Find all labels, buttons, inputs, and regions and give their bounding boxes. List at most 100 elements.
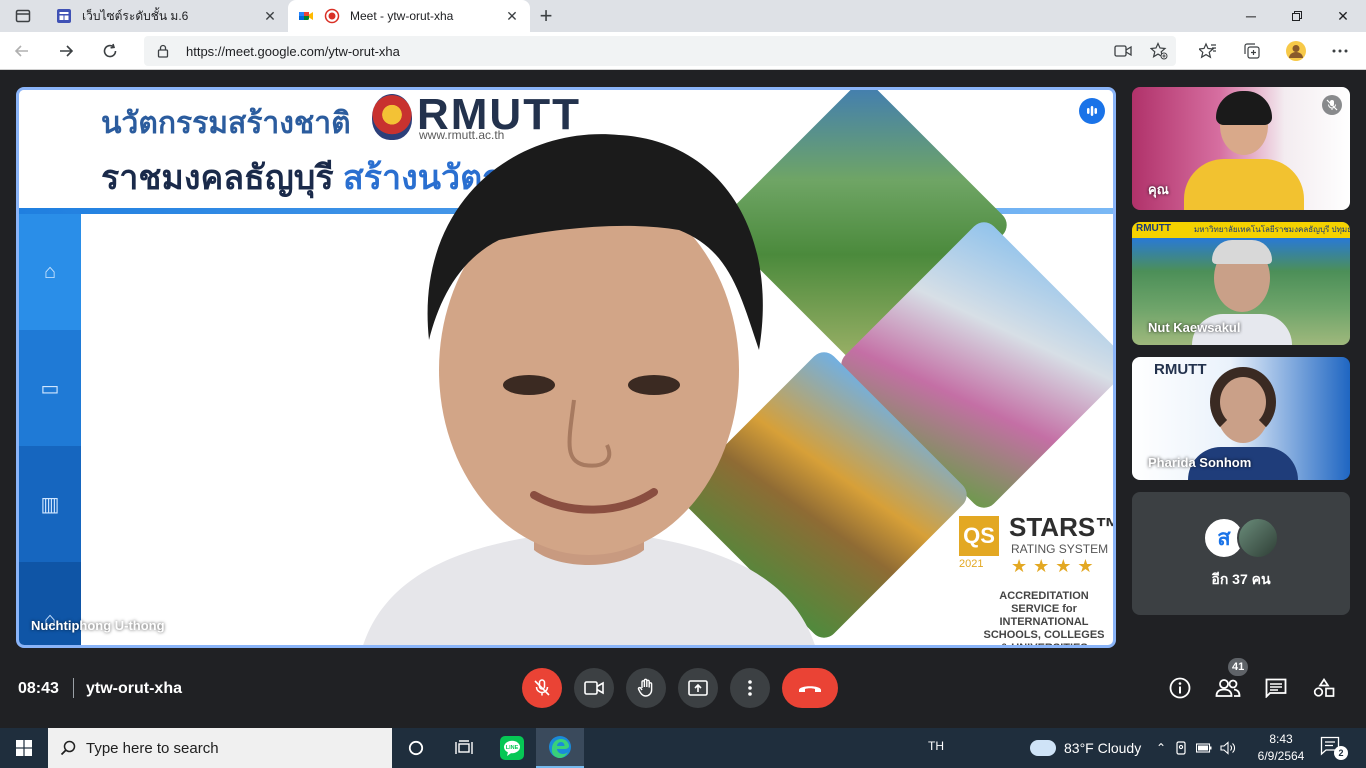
close-tab-icon[interactable]: ✕ (262, 8, 278, 24)
edge-icon (549, 736, 571, 758)
building-icon: ▥ (19, 446, 81, 562)
cortana-button[interactable] (392, 728, 440, 768)
refresh-button[interactable] (88, 32, 132, 70)
google-meet-icon (299, 12, 313, 20)
toolbar-actions (1186, 32, 1362, 70)
recording-icon (324, 8, 340, 24)
tab-title: เว็บไซต์ระดับชั้น ม.6 (82, 8, 189, 23)
people-icon (1215, 679, 1241, 697)
participant-logo: RMUTT (1136, 223, 1171, 234)
settings-more-icon[interactable] (1318, 32, 1362, 70)
avatar (1237, 516, 1279, 559)
toggle-mic-button[interactable] (522, 668, 562, 708)
present-screen-button[interactable] (678, 668, 718, 708)
camera-in-use-icon[interactable] (1114, 44, 1132, 58)
call-controls-bar: 08:43 ytw-orut-xha 41 (0, 648, 1366, 728)
chat-button[interactable] (1262, 674, 1290, 702)
tab-title: Meet - ytw-orut-xha (350, 9, 454, 23)
present-icon (688, 680, 708, 696)
end-call-icon (799, 686, 821, 692)
windows-logo-icon (16, 740, 32, 756)
participant-count-badge: 41 (1228, 658, 1249, 676)
raise-hand-button[interactable] (626, 668, 666, 708)
forward-button[interactable] (44, 32, 88, 70)
participant-name: Phari­da Sonhom (1148, 455, 1252, 470)
meeting-time: 08:43 (18, 680, 59, 697)
address-bar[interactable]: https://meet.google.com/ytw-orut-xha (144, 36, 1176, 66)
more-options-button[interactable] (730, 668, 770, 708)
participant-hair (1210, 367, 1276, 437)
participant-logo: RMUTT (1154, 361, 1207, 378)
speaker-video (363, 134, 815, 645)
line-app-button[interactable]: LINE (488, 728, 536, 768)
more-participants-label: อีก 37 คน (1211, 570, 1271, 587)
browser-toolbar: https://meet.google.com/ytw-orut-xha (0, 32, 1366, 70)
browser-tab-meet[interactable]: Meet - ytw-orut-xha ✕ (288, 0, 530, 32)
task-view-button[interactable] (440, 728, 488, 768)
divider (73, 678, 74, 698)
favorites-icon[interactable] (1186, 32, 1230, 70)
windows-taskbar: Type here to search LINE TH 83°F Cloudy … (0, 728, 1366, 768)
profile-avatar-icon[interactable] (1274, 32, 1318, 70)
add-favorite-icon[interactable] (1150, 42, 1168, 60)
collections-icon[interactable] (1230, 32, 1274, 70)
minimize-icon[interactable]: ─ (1228, 0, 1274, 32)
input-language[interactable]: TH (928, 739, 944, 753)
mic-off-icon (1322, 95, 1342, 115)
notification-center-button[interactable]: 2 (1320, 736, 1348, 760)
qs-rating: ★★★★ (1011, 556, 1100, 576)
close-window-icon[interactable]: ✕ (1320, 0, 1366, 32)
main-speaker-tile[interactable]: นวัตกรรมสร้างชาติ ราชมงคลธัญบุรี สร้างนว… (16, 87, 1116, 648)
qs-title: STARS™ (1009, 512, 1116, 542)
participant-name: Nut Kaewsakul (1148, 320, 1241, 335)
more-participants-tile[interactable]: ส อีก 37 คน (1132, 492, 1350, 615)
slide-title-line1: นวัตกรรมสร้างชาติ (101, 107, 351, 140)
chat-icon (1265, 678, 1287, 698)
task-view-icon (455, 740, 473, 754)
restore-icon[interactable] (1274, 0, 1320, 32)
window-controls: ─ ✕ (1228, 0, 1366, 32)
main-speaker-name: Nuchtiphong U-thong (31, 618, 165, 633)
participant-shirt (1184, 159, 1304, 210)
qs-year: 2021 (959, 558, 984, 570)
camera-icon (584, 681, 604, 695)
participant-tile[interactable]: มหาวิทยาลัยเทคโนโลยีราชมงคลธัญบุรี ปทุมธ… (1132, 222, 1350, 345)
meet-now-icon[interactable] (1174, 741, 1188, 755)
participant-avatar-stack: ส (1203, 516, 1279, 559)
close-tab-icon[interactable]: ✕ (504, 8, 520, 24)
search-icon (60, 740, 76, 756)
info-icon (1169, 677, 1191, 699)
leave-call-button[interactable] (782, 668, 838, 708)
participant-name: คุณ (1148, 182, 1169, 197)
new-tab-button[interactable]: + (530, 0, 562, 32)
lock-icon[interactable] (156, 44, 170, 58)
meeting-details-button[interactable] (1166, 674, 1194, 702)
taskbar-clock[interactable]: 8:43 6/9/2564 (1256, 731, 1306, 765)
cortana-icon (408, 740, 424, 756)
more-vert-icon (748, 680, 752, 696)
back-button[interactable] (0, 32, 44, 70)
chevron-up-icon[interactable]: ⌃ (1156, 741, 1166, 755)
start-button[interactable] (0, 728, 48, 768)
browser-tab-strip: เว็บไซต์ระดับชั้น ม.6 ✕ Meet - ytw-orut-… (0, 0, 1366, 32)
participant-tile[interactable]: RMUTT Phari­da Sonhom (1132, 357, 1350, 480)
audio-level-icon (1079, 98, 1105, 124)
weather-widget[interactable]: 83°F Cloudy (1030, 728, 1141, 768)
browser-tab-sites[interactable]: เว็บไซต์ระดับชั้น ม.6 ✕ (46, 0, 288, 32)
battery-icon[interactable] (1196, 743, 1212, 753)
cloud-icon (1030, 740, 1056, 756)
hand-icon (637, 678, 653, 697)
volume-icon[interactable] (1220, 741, 1236, 755)
meeting-code: ytw-orut-xha (86, 680, 182, 697)
toggle-camera-button[interactable] (574, 668, 614, 708)
taskbar-search-box[interactable]: Type here to search (48, 728, 392, 768)
qs-subtitle: RATING SYSTEM (1011, 542, 1109, 556)
activities-icon (1313, 678, 1335, 697)
line-app-icon: LINE (500, 736, 524, 760)
slide-title-dark: ราชมงคลธัญบุรี (101, 159, 334, 197)
edge-browser-button[interactable] (536, 728, 584, 768)
participant-tile-self[interactable]: คุณ (1132, 87, 1350, 210)
tab-actions-menu-icon[interactable] (0, 0, 46, 32)
participants-button[interactable] (1214, 674, 1242, 702)
activities-button[interactable] (1310, 674, 1338, 702)
